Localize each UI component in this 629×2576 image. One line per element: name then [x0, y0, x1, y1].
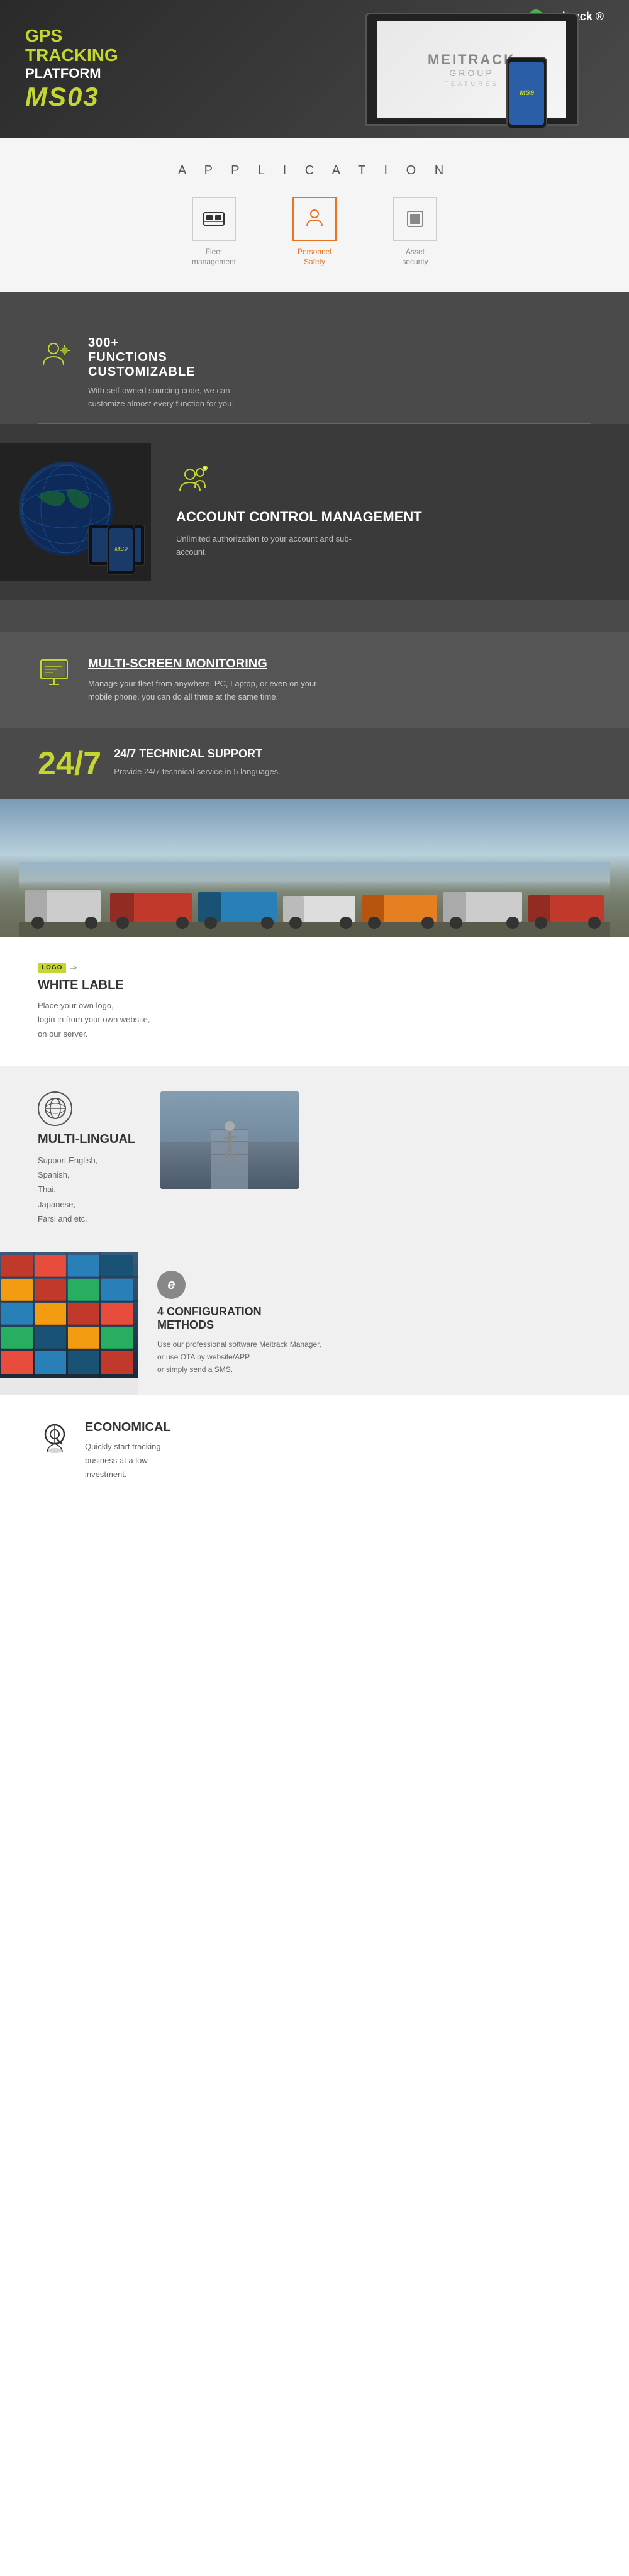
container-image-left	[0, 1252, 138, 1378]
functions-content: 300+FUNCTIONSCUSTOMIZABLE With self-owne…	[88, 336, 264, 411]
app-fleet-item: Fleetmanagement	[182, 197, 245, 267]
multilingual-image	[160, 1091, 299, 1189]
features-section: 300+FUNCTIONSCUSTOMIZABLE With self-owne…	[0, 292, 629, 632]
config-desc: Use our professional software Meitrack M…	[157, 1338, 610, 1376]
application-title: A P P L I C A T I O N	[38, 164, 591, 178]
fleet-label: Fleetmanagement	[192, 247, 236, 267]
support-247-label: 24/7	[38, 747, 101, 780]
asset-label: Assetsecurity	[402, 247, 428, 267]
application-section: A P P L I C A T I O N Fleetmanagement	[0, 138, 629, 292]
functions-desc: With self-owned sourcing code, we can cu…	[88, 384, 264, 411]
personnel-label: PersonnelSafety	[298, 247, 331, 267]
economical-content: ECONOMICAL Quickly start trackingbusines…	[85, 1420, 171, 1481]
fleet-icon-box	[192, 197, 236, 241]
economical-section: ECONOMICAL Quickly start trackingbusines…	[0, 1395, 629, 1507]
support-desc: Provide 24/7 technical service in 5 lang…	[114, 766, 281, 779]
multiscreen-icon	[38, 657, 75, 698]
personnel-icon-box	[292, 197, 337, 241]
multilingual-desc: Support English,Spanish,Thai,Japanese,Fa…	[38, 1153, 135, 1227]
account-title: ACCOUNT CONTROL MANAGEMENT	[176, 509, 604, 525]
whitelabel-title: WHITE LABLE	[38, 978, 591, 993]
asset-icon-box	[393, 197, 437, 241]
support-section: 24/7 24/7 TECHNICAL SUPPORT Provide 24/7…	[0, 728, 629, 799]
economical-title: ECONOMICAL	[85, 1420, 171, 1435]
hero-section: G meitrack ® GPS Tracking Platform MS03 …	[0, 0, 629, 138]
account-content: ACCOUNT CONTROL MANAGEMENT Unlimited aut…	[151, 452, 629, 572]
worker-image	[160, 1091, 299, 1189]
multiscreen-section: MULTI-SCREEN MONITORING Manage your flee…	[0, 632, 629, 729]
multilingual-section: MULTI-LINGUAL Support English,Spanish,Th…	[0, 1066, 629, 1252]
hero-text: GPS Tracking Platform MS03	[25, 26, 118, 112]
hero-tracking-label: Tracking	[25, 46, 118, 65]
app-icons-row: Fleetmanagement PersonnelSafety Assetsec…	[38, 197, 591, 267]
whitelabel-desc: Place your own logo,login in from your o…	[38, 999, 591, 1040]
logo-badge: LOGO	[38, 963, 66, 973]
functions-row: 300+FUNCTIONSCUSTOMIZABLE With self-owne…	[0, 323, 629, 423]
account-section: MS9 MS9 ACCOUNT CONTRO	[0, 424, 629, 600]
config-content: e 4 CONFIGURATIONMETHODS Use our profess…	[138, 1252, 629, 1395]
hero-platform-label: Platform	[25, 65, 118, 82]
phone-screen: MS9	[509, 62, 544, 125]
economical-desc: Quickly start trackingbusiness at a lowi…	[85, 1440, 171, 1481]
economical-icon	[38, 1420, 72, 1455]
personnel-icon	[303, 208, 326, 230]
hero-device-mockup: MEITRACK GROUP FEATURES MS9	[340, 6, 604, 132]
multiscreen-desc: Manage your fleet from anywhere, PC, Lap…	[88, 677, 340, 704]
phone-mockup: MS9	[506, 57, 547, 129]
truck-image-section	[0, 799, 629, 937]
config-title: 4 CONFIGURATIONMETHODS	[157, 1305, 610, 1332]
functions-title: 300+FUNCTIONSCUSTOMIZABLE	[88, 336, 264, 379]
support-title: 24/7 TECHNICAL SUPPORT	[114, 747, 281, 761]
trucks-svg	[19, 862, 610, 937]
globe-icon	[38, 1091, 72, 1126]
hero-model: MS03	[25, 82, 118, 112]
app-personnel-item: PersonnelSafety	[283, 197, 346, 267]
app-asset-item: Assetsecurity	[384, 197, 447, 267]
asset-icon	[404, 208, 426, 230]
multilingual-title: MULTI-LINGUAL	[38, 1132, 135, 1147]
whitelabel-icon-row: LOGO ⇒	[38, 962, 591, 973]
screen-sub: FEATURES	[444, 81, 499, 87]
logo-arrows-icon: ⇒	[69, 962, 77, 973]
fleet-icon	[203, 208, 225, 230]
screen-group: GROUP	[449, 68, 494, 78]
config-section: e 4 CONFIGURATIONMETHODS Use our profess…	[0, 1252, 629, 1395]
account-desc: Unlimited authorization to your account …	[176, 533, 352, 559]
screen-brand: MEITRACK	[428, 52, 516, 68]
account-icon	[176, 465, 604, 503]
functions-icon	[38, 336, 75, 374]
hero-gps-label: GPS	[25, 26, 118, 46]
config-e-icon: e	[157, 1271, 186, 1299]
multilingual-content: MULTI-LINGUAL Support English,Spanish,Th…	[38, 1091, 135, 1227]
multiscreen-title: MULTI-SCREEN MONITORING	[88, 657, 340, 671]
multiscreen-content: MULTI-SCREEN MONITORING Manage your flee…	[88, 657, 340, 704]
device-images: MS9 MS9	[0, 443, 151, 581]
support-content: 24/7 TECHNICAL SUPPORT Provide 24/7 tech…	[114, 747, 281, 779]
whitelabel-section: LOGO ⇒ WHITE LABLE Place your own logo,l…	[0, 937, 629, 1066]
